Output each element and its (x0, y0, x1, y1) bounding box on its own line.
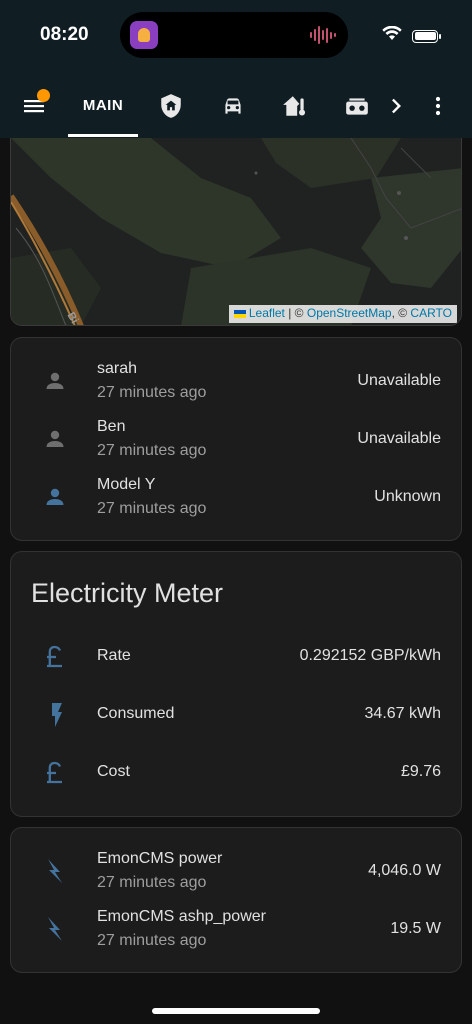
notification-badge (37, 89, 50, 102)
card-title: Electricity Meter (31, 578, 224, 608)
people-card: sarah 27 minutes ago Unavailable Ben 27 … (10, 337, 462, 541)
audio-waveform-icon (310, 26, 336, 44)
flash-icon (41, 701, 69, 729)
entity-value: 19.5 W (390, 920, 441, 937)
entity-row[interactable]: Consumed 34.67 kWh (11, 686, 461, 744)
account-icon (41, 367, 69, 395)
entity-last-changed: 27 minutes ago (97, 932, 207, 949)
flash-icon (41, 857, 69, 885)
now-playing-app-icon[interactable] (130, 21, 158, 49)
battery-icon (412, 29, 441, 43)
entity-last-changed: 27 minutes ago (97, 500, 207, 517)
status-bar: 08:20 (0, 0, 472, 72)
entity-value: 4,046.0 W (368, 862, 441, 879)
shield-home-icon[interactable] (153, 88, 189, 124)
radio-icon[interactable] (339, 88, 375, 124)
entity-name: Rate (97, 647, 131, 664)
entity-name: sarah (97, 360, 138, 377)
entity-last-changed: 27 minutes ago (97, 442, 207, 459)
emoncms-card: EmonCMS power 27 minutes ago 4,046.0 W E… (10, 827, 462, 973)
map-attribution: Leaflet | © OpenStreetMap, © CARTO (228, 305, 457, 323)
openstreetmap-link[interactable]: OpenStreetMap (307, 306, 392, 320)
map-tiles[interactable] (11, 138, 462, 326)
chevron-right-icon[interactable] (378, 88, 414, 124)
active-tab-indicator (68, 134, 138, 137)
account-icon (41, 425, 69, 453)
entity-value: 34.67 kWh (364, 705, 441, 722)
flash-icon (41, 915, 69, 943)
entity-last-changed: 27 minutes ago (97, 874, 207, 891)
dynamic-island[interactable] (120, 12, 348, 58)
currency-gbp-icon (41, 643, 69, 671)
entity-row[interactable]: Ben 27 minutes ago Unavailable (11, 410, 461, 468)
electricity-meter-card: Electricity Meter Rate 0.292152 GBP/kWh … (10, 551, 462, 817)
entity-name: Model Y (97, 476, 156, 493)
entity-name: EmonCMS ashp_power (97, 908, 266, 925)
entity-row[interactable]: EmonCMS power 27 minutes ago 4,046.0 W (11, 842, 461, 900)
car-icon[interactable] (215, 88, 251, 124)
carto-link[interactable]: CARTO (410, 306, 452, 320)
entity-row[interactable]: Rate 0.292152 GBP/kWh (11, 628, 461, 686)
dots-vertical-icon[interactable] (420, 88, 456, 124)
entity-state: Unavailable (357, 372, 441, 389)
entity-value: £9.76 (400, 763, 441, 780)
home-indicator[interactable] (152, 1008, 320, 1014)
clock: 08:20 (40, 24, 89, 45)
tab-main[interactable]: MAIN (68, 72, 138, 138)
entity-state: Unavailable (357, 430, 441, 447)
entity-state: Unknown (374, 488, 441, 505)
home-thermometer-icon[interactable] (277, 88, 313, 124)
entity-row[interactable]: Model Y 27 minutes ago Unknown (11, 468, 461, 526)
entity-name: Ben (97, 418, 126, 435)
entity-last-changed: 27 minutes ago (97, 384, 207, 401)
entity-row[interactable]: EmonCMS ashp_power 27 minutes ago 19.5 W (11, 900, 461, 958)
entity-row[interactable]: Cost £9.76 (11, 744, 461, 802)
leaflet-link[interactable]: Leaflet (249, 306, 285, 320)
wifi-icon (382, 25, 402, 46)
account-icon (41, 483, 69, 511)
ukraine-flag-icon (233, 309, 246, 318)
entity-name: Consumed (97, 705, 175, 722)
entity-row[interactable]: sarah 27 minutes ago Unavailable (11, 352, 461, 410)
map-card[interactable]: Leaflet | © OpenStreetMap, © CARTO Bi (10, 138, 462, 326)
entity-name: Cost (97, 763, 130, 780)
entity-value: 0.292152 GBP/kWh (299, 647, 441, 664)
entity-name: EmonCMS power (97, 850, 223, 867)
currency-gbp-icon (41, 759, 69, 787)
